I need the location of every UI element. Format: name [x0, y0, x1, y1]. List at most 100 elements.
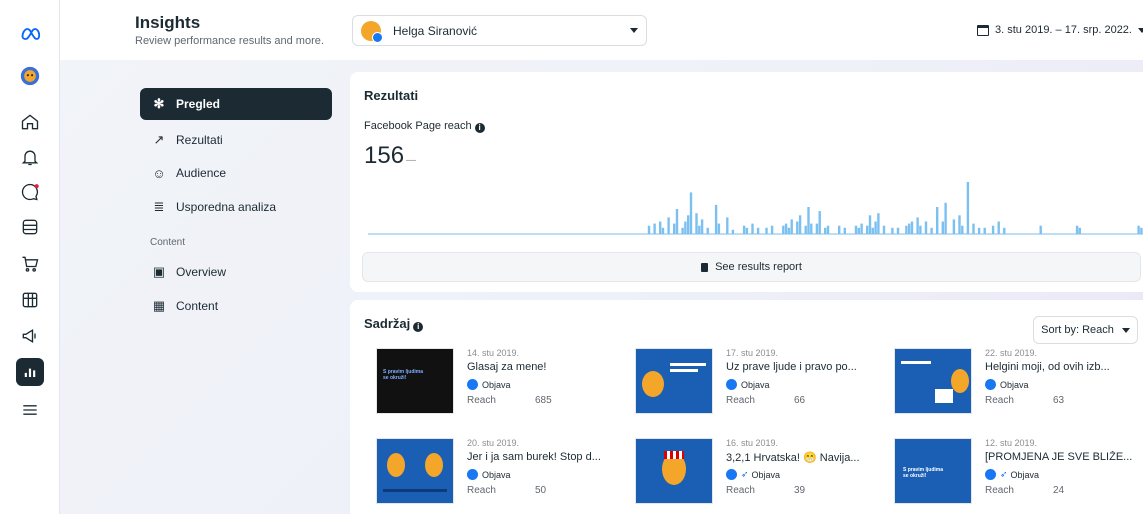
content-card: Sadržaj i Sort by: Reach S pravim ljudima…	[350, 300, 1143, 514]
nav-item-usporedna-analiza[interactable]: ≣ Usporedna analiza	[140, 191, 332, 223]
post-thumbnail: S pravim ljudima se okruži!	[376, 348, 454, 414]
reach-bar	[896, 227, 900, 234]
post-type: Objava	[1000, 379, 1029, 390]
reach-bar	[782, 225, 785, 234]
reach-bar	[871, 227, 874, 234]
reach-bar	[647, 225, 651, 234]
reach-value: 63	[1053, 395, 1065, 406]
pages-icon[interactable]	[16, 213, 44, 241]
post-type: Objava	[482, 379, 511, 390]
post-title: Glasaj za mene!	[467, 361, 547, 373]
post-card[interactable]: S pravim ljudima se okruži! 14. stu 2019.…	[376, 348, 626, 420]
boost-icon: ➶	[741, 469, 749, 479]
meta-logo-icon[interactable]	[16, 20, 44, 48]
home-icon[interactable]	[16, 108, 44, 136]
reach-bar	[961, 225, 964, 234]
audience-icon: ☺	[152, 165, 166, 181]
post-type: Objava	[741, 379, 770, 390]
info-icon[interactable]: i	[413, 322, 424, 332]
reach-bar	[700, 219, 704, 234]
reach-label: Reach	[726, 485, 755, 496]
reach-bar	[689, 192, 693, 234]
sort-dropdown[interactable]: Sort by: Reach	[1033, 316, 1138, 344]
post-date: 14. stu 2019.	[467, 348, 520, 358]
reach-bar	[798, 215, 802, 234]
reach-chart	[368, 182, 1143, 235]
post-title: Uz prave ljude i pravo po...	[726, 361, 857, 373]
post-title: Jer i ja sam burek! Stop d...	[467, 451, 601, 463]
reach-bar	[924, 221, 928, 234]
reach-bar	[659, 221, 662, 234]
nav-item-label: Usporedna analiza	[176, 200, 277, 214]
reach-bar	[882, 225, 886, 234]
nav-item-content[interactable]: ▦ Content	[140, 290, 332, 322]
reach-bar	[751, 223, 754, 234]
reach-label: Reach	[467, 395, 496, 406]
reach-bar	[854, 225, 858, 234]
reach-bar	[941, 221, 944, 234]
nav-item-audience[interactable]: ☺ Audience	[140, 157, 332, 189]
post-date: 16. stu 2019.	[726, 438, 779, 448]
insights-icon[interactable]	[16, 358, 44, 386]
reach-bar	[838, 225, 841, 234]
account-avatar	[361, 20, 383, 43]
reach-bar	[1140, 227, 1143, 234]
reach-bar	[770, 225, 774, 234]
reach-bar	[731, 229, 735, 234]
shop-icon[interactable]	[16, 250, 44, 278]
post-card[interactable]: 22. stu 2019. Helgini moji, od ovih izb.…	[894, 348, 1143, 420]
reach-bar	[843, 227, 846, 234]
reach-bar	[787, 227, 791, 234]
planner-icon[interactable]	[16, 286, 44, 314]
metric-label: Facebook Page reach i	[364, 120, 485, 133]
reach-bar	[874, 221, 877, 234]
post-thumbnail	[894, 348, 972, 414]
reach-bar	[868, 215, 872, 234]
nav-item-label: Content	[176, 299, 219, 313]
boost-icon: ➶	[1000, 469, 1008, 479]
account-selector[interactable]: Helga Siranović	[352, 15, 647, 46]
post-thumbnail	[376, 438, 454, 504]
reach-bar	[673, 223, 676, 234]
reach-bar	[952, 219, 956, 234]
date-range-picker[interactable]: 3. stu 2019. – 17. srp. 2022.	[977, 24, 1143, 36]
nav-item-label: Overview	[176, 265, 227, 279]
nav-item-rezultati[interactable]: ↗ Rezultati	[140, 124, 332, 156]
post-card[interactable]: 17. stu 2019. Uz prave ljude i pravo po.…	[635, 348, 885, 420]
menu-icon[interactable]	[16, 396, 44, 424]
reach-bar	[653, 223, 656, 234]
post-card[interactable]: 16. stu 2019. 3,2,1 Hrvatska! 😁 Navija..…	[635, 438, 885, 510]
facebook-icon	[467, 379, 478, 390]
reach-bar	[983, 227, 986, 234]
reach-bar	[958, 215, 961, 234]
left-rail	[0, 0, 60, 514]
notifications-icon[interactable]	[16, 143, 44, 171]
reach-bar	[726, 217, 729, 234]
see-results-report-button[interactable]: See results report	[362, 252, 1141, 282]
ads-icon[interactable]	[16, 322, 44, 350]
messages-icon[interactable]	[16, 178, 44, 206]
reach-bar	[810, 223, 813, 234]
post-card[interactable]: 20. stu 2019. Jer i ja sam burek! Stop d…	[376, 438, 626, 510]
reach-bar	[930, 227, 933, 234]
profile-avatar-icon[interactable]	[16, 62, 44, 90]
reach-bar	[919, 225, 922, 234]
chevron-down-icon	[1121, 327, 1130, 333]
reach-bar	[790, 219, 793, 234]
post-title: Helgini moji, od ovih izb...	[985, 361, 1110, 373]
nav-item-content-overview[interactable]: ▣ Overview	[140, 256, 332, 288]
facebook-icon	[726, 379, 737, 390]
reach-bar	[997, 221, 1000, 234]
reach-bar	[910, 221, 914, 234]
reach-bar	[807, 207, 810, 234]
post-card[interactable]: S pravim ljudima se okruži! 12. stu 2019.…	[894, 438, 1143, 510]
date-range-text: 3. stu 2019. – 17. srp. 2022.	[995, 24, 1132, 36]
reach-label: Reach	[985, 395, 1014, 406]
reach-bar	[1078, 227, 1081, 234]
page-title: Insights	[135, 13, 201, 32]
reach-bar	[908, 223, 911, 234]
reach-bar	[860, 223, 863, 234]
reach-bar	[756, 227, 760, 234]
info-icon[interactable]: i	[474, 123, 485, 133]
nav-item-pregled[interactable]: ✻ Pregled	[140, 88, 332, 120]
